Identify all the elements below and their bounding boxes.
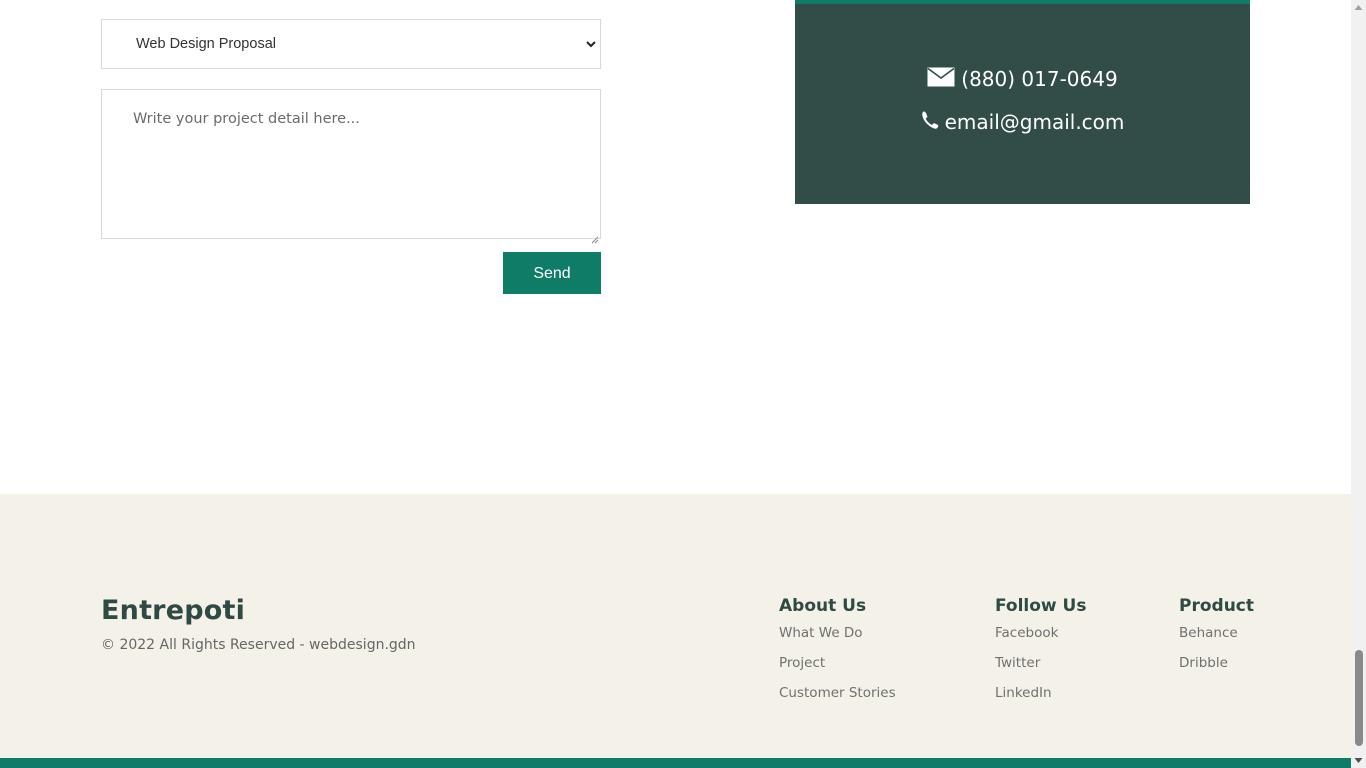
contact-email-text: email@gmail.com — [944, 110, 1125, 134]
footer-link-facebook[interactable]: Facebook — [995, 625, 1086, 655]
contact-card: (880) 017-0649 email@gmail.com — [795, 0, 1250, 204]
scrollbar-thumb[interactable] — [1355, 650, 1363, 746]
footer-brand[interactable]: Entrepoti — [101, 595, 245, 626]
scroll-up-arrow-icon[interactable] — [1351, 0, 1366, 15]
page-content: Web Design Proposal Write your project d… — [0, 0, 1351, 768]
footer-column-title: Product — [1179, 596, 1254, 616]
site-footer: Entrepoti © 2022 All Rights Reserved - w… — [0, 494, 1351, 768]
footer-link-linkedin[interactable]: LinkedIn — [995, 685, 1086, 715]
browser-viewport: Web Design Proposal Write your project d… — [0, 0, 1366, 768]
footer-column-follow-us: Follow Us Facebook Twitter LinkedIn — [995, 595, 1086, 715]
vertical-scrollbar[interactable] — [1351, 0, 1366, 768]
footer-link-project[interactable]: Project — [779, 655, 896, 685]
send-button[interactable]: Send — [503, 252, 601, 294]
footer-link-dribble[interactable]: Dribble — [1179, 655, 1254, 685]
footer-column-title: Follow Us — [995, 596, 1087, 616]
footer-column-product: Product Behance Dribble — [1179, 595, 1254, 685]
footer-column-title: About Us — [779, 596, 867, 616]
footer-link-twitter[interactable]: Twitter — [995, 655, 1086, 685]
chevron-down-icon — [584, 36, 598, 52]
footer-link-what-we-do[interactable]: What We Do — [779, 625, 896, 655]
contact-phone-row: (880) 017-0649 — [795, 64, 1250, 94]
project-detail-placeholder: Write your project detail here... — [133, 111, 360, 127]
project-detail-textarea[interactable]: Write your project detail here... — [101, 89, 601, 244]
footer-link-behance[interactable]: Behance — [1179, 625, 1254, 655]
subject-select[interactable]: Web Design Proposal — [101, 19, 601, 69]
footer-link-customer-stories[interactable]: Customer Stories — [779, 685, 896, 715]
contact-card-accent-bar — [795, 0, 1250, 4]
subject-select-value: Web Design Proposal — [136, 36, 276, 52]
envelope-icon — [927, 67, 955, 92]
resize-grip-icon[interactable] — [591, 229, 599, 244]
contact-phone-text: (880) 017-0649 — [961, 67, 1118, 91]
footer-bottom-bar — [0, 758, 1351, 768]
contact-email-row: email@gmail.com — [795, 107, 1250, 137]
phone-icon — [921, 110, 939, 135]
footer-column-about-us: About Us What We Do Project Customer Sto… — [779, 595, 896, 715]
scroll-down-arrow-icon[interactable] — [1351, 753, 1366, 768]
footer-copyright: © 2022 All Rights Reserved - webdesign.g… — [101, 637, 416, 653]
